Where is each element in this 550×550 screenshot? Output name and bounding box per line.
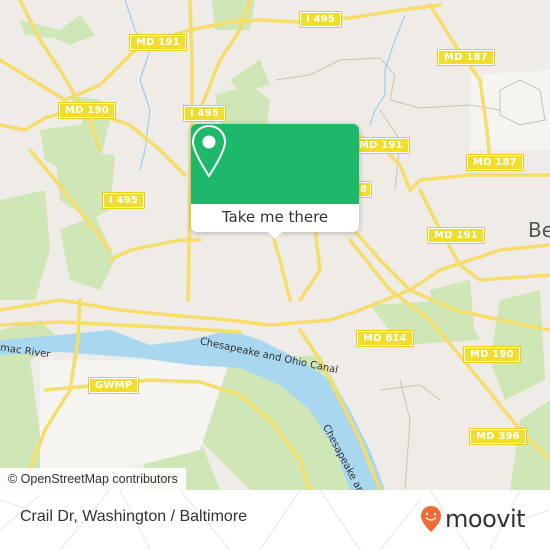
road-label-md191: MD 191 (427, 227, 485, 244)
popup-pointer (268, 232, 282, 239)
road-label-gwmp: GWMP (87, 377, 140, 394)
take-me-there-button[interactable]: Take me there (191, 204, 359, 232)
moovit-logo[interactable]: moovit (420, 502, 526, 536)
map-tiles (0, 0, 550, 490)
address-label: Crail Dr, Washington / Baltimore (20, 508, 248, 525)
road-label-md191: MD 191 (352, 137, 410, 154)
destination-popup: Take me there (191, 124, 359, 239)
road-label-md190: MD 190 (58, 102, 116, 119)
location-pin-icon (191, 124, 227, 178)
road-label-md187: MD 187 (466, 154, 524, 171)
map-view[interactable]: MD 191 I 495 MD 187 MD 190 I 495 MD 191 … (0, 0, 550, 490)
road-label-i495: I 495 (298, 11, 343, 28)
popup-header (191, 124, 359, 204)
road-label-i495: I 495 (101, 192, 146, 209)
footer-bar: Crail Dr, Washington / Baltimore moovit (0, 490, 550, 550)
road-label-md396: MD 396 (469, 428, 527, 445)
road-label-md614: MD 614 (356, 330, 414, 347)
road-label-md191: MD 191 (129, 34, 187, 51)
road-label-md187: MD 187 (437, 49, 495, 66)
road-label-md190: MD 190 (463, 346, 521, 363)
map-attribution[interactable]: © OpenStreetMap contributors (0, 468, 186, 490)
road-label-i495: I 495 (182, 105, 227, 122)
brand-name: moovit (445, 505, 526, 533)
place-label-bethesda: Be (528, 218, 550, 242)
moovit-pin-icon (421, 506, 441, 532)
